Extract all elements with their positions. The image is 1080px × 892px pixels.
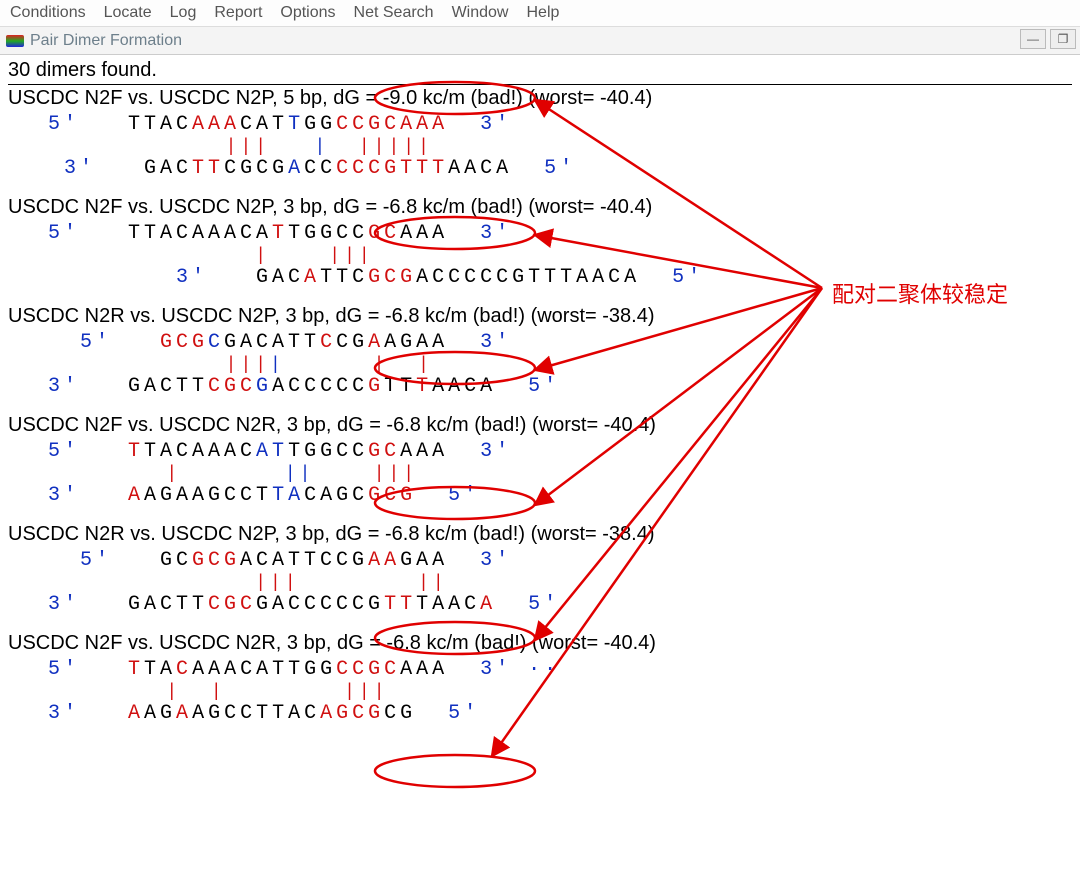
dimer-match-row: |||| | | [48,356,1072,374]
dimer-bot-seq: 3' AAGAAGCCTTACAGCGCG 5' [48,701,1072,727]
dimer-top-seq: 5' GCGCGACATTCCGAAGAA 3' [48,330,1072,356]
dimer-header: USCDC N2F vs. USCDC N2P, 5 bp, dG = -9.0… [8,87,1072,110]
dimer-match-row: | ||| [48,247,1072,265]
maximize-button[interactable]: ❐ [1050,29,1076,49]
dimer-match-row: | | ||| [48,683,1072,701]
dimer-bot-seq: 3' GACTTCGCGACCCCCGTTTAACA 5' [48,156,1072,182]
dimer-bot-seq: 3' GACTTCGCGACCCCCGTTTAACA 5' [48,374,1072,400]
menu-bar: Conditions Locate Log Report Options Net… [0,0,1080,27]
dimer-header: USCDC N2F vs. USCDC N2R, 3 bp, dG = -6.8… [8,632,1072,655]
dimer-bot-seq: 3' AAGAAGCCTTACAGCGCG 5' [48,483,1072,509]
dimer-match-row: ||| | ||||| [48,138,1072,156]
dimer-block: USCDC N2F vs. USCDC N2R, 3 bp, dG = -6.8… [8,632,1072,727]
dimer-header: USCDC N2R vs. USCDC N2P, 3 bp, dG = -6.8… [8,523,1072,546]
summary-text: 30 dimers found. [8,59,1072,85]
dimer-top-seq: 5' GCGCGACATTCCGAAGAA 3' [48,548,1072,574]
menu-locate[interactable]: Locate [104,4,152,22]
minimize-button[interactable]: — [1020,29,1046,49]
dimer-block: USCDC N2R vs. USCDC N2P, 3 bp, dG = -6.8… [8,305,1072,400]
dimer-bot-seq: 3' GACATTCGCGACCCCCGTTTAACA 5' [48,265,1072,291]
dimer-bot-seq: 3' GACTTCGCGACCCCCGTTTAACA 5' [48,592,1072,618]
dimer-top-seq: 5' TTACAAACATTGGCCGCAAA 3' [48,221,1072,247]
title-bar: Pair Dimer Formation — ❐ [0,27,1080,55]
menu-report[interactable]: Report [214,4,262,22]
dimer-match-row: ||| || [48,574,1072,592]
menu-options[interactable]: Options [280,4,335,22]
dimer-list: USCDC N2F vs. USCDC N2P, 5 bp, dG = -9.0… [8,87,1072,727]
window-title: Pair Dimer Formation [30,32,182,50]
menu-log[interactable]: Log [170,4,197,22]
dimer-top-seq: 5' TTACAAACATTGGCCGCAAA 3' ·· [48,657,1072,683]
dimer-block: USCDC N2F vs. USCDC N2P, 3 bp, dG = -6.8… [8,196,1072,291]
content-area: 30 dimers found. USCDC N2F vs. USCDC N2P… [0,55,1080,745]
dimer-top-seq: 5' TTACAAACATTGGCCGCAAA 3' [48,112,1072,138]
dimer-block: USCDC N2F vs. USCDC N2R, 3 bp, dG = -6.8… [8,414,1072,509]
dimer-header: USCDC N2F vs. USCDC N2P, 3 bp, dG = -6.8… [8,196,1072,219]
menu-netsearch[interactable]: Net Search [354,4,434,22]
dimer-header: USCDC N2F vs. USCDC N2R, 3 bp, dG = -6.8… [8,414,1072,437]
dimer-top-seq: 5' TTACAAACATTGGCCGCAAA 3' [48,439,1072,465]
menu-help[interactable]: Help [526,4,559,22]
dimer-block: USCDC N2R vs. USCDC N2P, 3 bp, dG = -6.8… [8,523,1072,618]
menu-conditions[interactable]: Conditions [10,4,86,22]
app-icon [6,35,24,47]
dimer-header: USCDC N2R vs. USCDC N2P, 3 bp, dG = -6.8… [8,305,1072,328]
dimer-match-row: | || ||| [48,465,1072,483]
dimer-block: USCDC N2F vs. USCDC N2P, 5 bp, dG = -9.0… [8,87,1072,182]
menu-window[interactable]: Window [452,4,509,22]
